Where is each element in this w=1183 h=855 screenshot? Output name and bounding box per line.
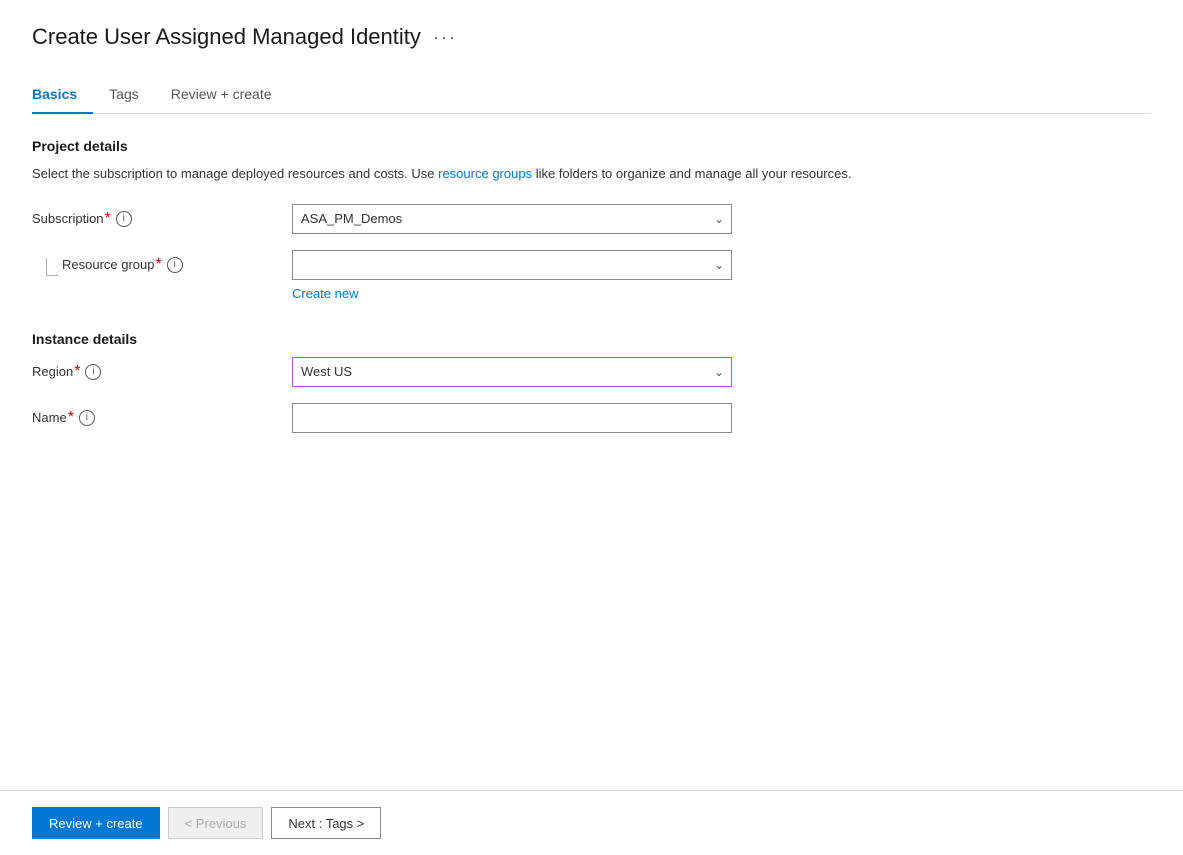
region-select-wrapper: West US East US Central US ⌄ <box>292 357 732 387</box>
resource-group-label: Resource group <box>62 257 155 272</box>
project-details-description: Select the subscription to manage deploy… <box>32 164 1151 184</box>
previous-button[interactable]: < Previous <box>168 807 264 839</box>
description-text-1: Select the subscription to manage deploy… <box>32 166 438 181</box>
indent-decoration <box>32 250 62 276</box>
resource-group-select[interactable] <box>292 250 732 280</box>
resource-group-row: Resource group * i ⌄ Create new <box>32 250 1151 303</box>
instance-details-title: Instance details <box>32 331 1151 347</box>
region-select[interactable]: West US East US Central US <box>292 357 732 387</box>
create-new-link[interactable]: Create new <box>292 286 358 301</box>
subscription-row: Subscription * i ASA_PM_Demos ⌄ <box>32 204 1151 234</box>
resource-group-indent: Resource group * i <box>32 250 292 276</box>
name-input[interactable] <box>292 403 732 433</box>
region-label: Region <box>32 364 73 379</box>
project-details-section: Project details Select the subscription … <box>32 138 1151 303</box>
name-control-col <box>292 403 732 433</box>
subscription-control-col: ASA_PM_Demos ⌄ <box>292 204 732 234</box>
tab-review-create[interactable]: Review + create <box>155 78 288 114</box>
page-container: Create User Assigned Managed Identity ··… <box>0 0 1183 855</box>
resource-group-select-wrapper: ⌄ <box>292 250 732 280</box>
region-info-icon: i <box>85 364 101 380</box>
region-required: * <box>74 363 80 381</box>
tab-bar: Basics Tags Review + create <box>32 78 1151 114</box>
subscription-label-col: Subscription * i <box>32 204 292 228</box>
name-row: Name * i <box>32 403 1151 433</box>
name-label-col: Name * i <box>32 403 292 427</box>
review-create-button[interactable]: Review + create <box>32 807 160 839</box>
resource-groups-link[interactable]: resource groups <box>438 166 532 181</box>
region-row: Region * i West US East US Central US ⌄ <box>32 357 1151 387</box>
resource-group-info-icon: i <box>167 257 183 273</box>
subscription-select[interactable]: ASA_PM_Demos <box>292 204 732 234</box>
subscription-select-wrapper: ASA_PM_Demos ⌄ <box>292 204 732 234</box>
description-text-2: like folders to organize and manage all … <box>532 166 851 181</box>
instance-details-section: Instance details Region * i West US East… <box>32 331 1151 433</box>
tab-tags[interactable]: Tags <box>93 78 155 114</box>
resource-group-required: * <box>156 256 162 274</box>
ellipsis-button[interactable]: ··· <box>433 27 457 48</box>
footer: Review + create < Previous Next : Tags > <box>0 790 1183 855</box>
resource-group-control-col: ⌄ Create new <box>292 250 732 303</box>
tab-basics[interactable]: Basics <box>32 78 93 114</box>
project-details-title: Project details <box>32 138 1151 154</box>
corner-line <box>46 258 58 276</box>
page-title-row: Create User Assigned Managed Identity ··… <box>32 24 1151 50</box>
name-required: * <box>68 409 74 427</box>
subscription-required: * <box>105 210 111 228</box>
page-title: Create User Assigned Managed Identity <box>32 24 421 50</box>
next-button[interactable]: Next : Tags > <box>271 807 381 839</box>
subscription-info-icon: i <box>116 211 132 227</box>
name-info-icon: i <box>79 410 95 426</box>
name-label: Name <box>32 410 67 425</box>
subscription-label: Subscription <box>32 211 104 226</box>
main-content: Create User Assigned Managed Identity ··… <box>0 0 1183 790</box>
region-control-col: West US East US Central US ⌄ <box>292 357 732 387</box>
region-label-col: Region * i <box>32 357 292 381</box>
